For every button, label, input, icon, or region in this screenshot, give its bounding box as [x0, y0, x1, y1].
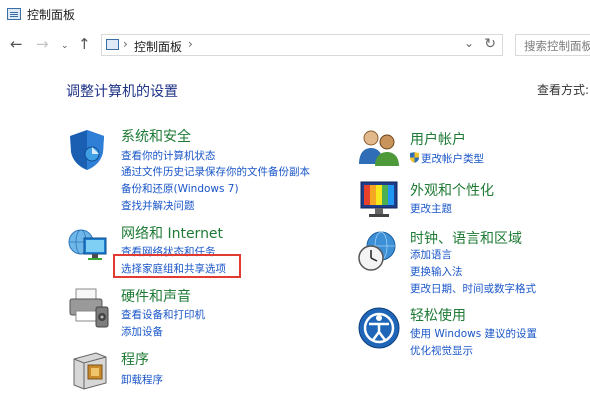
- category-link[interactable]: 卸载程序: [121, 372, 163, 387]
- window-title: 控制面板: [27, 8, 76, 22]
- printer-icon[interactable]: [66, 285, 112, 331]
- users-icon[interactable]: [357, 128, 401, 168]
- highlight-box: [113, 254, 241, 278]
- category-title[interactable]: 外观和个性化: [410, 180, 494, 200]
- category-link[interactable]: 备份和还原(Windows 7): [121, 181, 239, 196]
- page-title: 调整计算机的设置: [66, 84, 178, 100]
- breadcrumb-separator-icon[interactable]: ›: [123, 37, 128, 51]
- category-title[interactable]: 轻松使用: [410, 305, 466, 325]
- clock-globe-icon[interactable]: [355, 228, 401, 274]
- category-link[interactable]: 使用 Windows 建议的设置: [410, 326, 537, 341]
- category-title[interactable]: 用户帐户: [410, 129, 466, 149]
- category-link[interactable]: 查看你的计算机状态: [121, 148, 216, 163]
- change-account-type-label: 更改帐户类型: [421, 153, 484, 165]
- program-box-icon[interactable]: [68, 347, 110, 391]
- back-arrow-icon[interactable]: ←: [10, 36, 23, 52]
- control-panel-icon: [7, 8, 21, 20]
- category-link[interactable]: 更改日期、时间或数字格式: [410, 281, 536, 296]
- chevron-down-icon[interactable]: ⌄: [61, 38, 69, 54]
- category-link[interactable]: 通过文件历史记录保存你的文件备份副本: [121, 164, 310, 179]
- uac-shield-icon: [410, 152, 419, 163]
- forward-arrow-icon[interactable]: →: [36, 36, 49, 52]
- monitor-icon[interactable]: [357, 178, 401, 220]
- category-title[interactable]: 系统和安全: [121, 126, 191, 146]
- search-input[interactable]: 搜索控制面板: [524, 38, 590, 54]
- category-link[interactable]: 添加语言: [410, 247, 452, 262]
- control-panel-small-icon: [106, 39, 119, 50]
- breadcrumb-separator-icon[interactable]: ›: [188, 37, 193, 51]
- address-dropdown-icon[interactable]: ⌄: [464, 36, 474, 50]
- category-title[interactable]: 程序: [121, 349, 149, 369]
- category-link[interactable]: 更改帐户类型: [410, 151, 484, 166]
- category-link[interactable]: 优化视觉显示: [410, 343, 473, 358]
- category-title[interactable]: 硬件和声音: [121, 286, 191, 306]
- shield-icon[interactable]: [66, 128, 108, 172]
- category-title[interactable]: 时钟、语言和区域: [410, 228, 522, 248]
- ease-of-access-icon[interactable]: [357, 306, 401, 350]
- navigation-bar: ← → ⌄ ↑ › 控制面板 › ⌄ ↻ 搜索控制面板: [0, 30, 590, 60]
- breadcrumb-control-panel[interactable]: 控制面板: [134, 38, 182, 55]
- up-arrow-icon[interactable]: ↑: [78, 36, 91, 52]
- category-title[interactable]: 网络和 Internet: [121, 223, 223, 243]
- search-box[interactable]: 搜索控制面板: [515, 34, 590, 56]
- category-link[interactable]: 添加设备: [121, 324, 163, 339]
- address-bar[interactable]: › 控制面板 › ⌄ ↻: [101, 34, 503, 56]
- category-link[interactable]: 查看设备和打印机: [121, 307, 205, 322]
- category-link[interactable]: 更换输入法: [410, 264, 463, 279]
- network-globe-icon[interactable]: [66, 222, 110, 264]
- category-link[interactable]: 查找并解决问题: [121, 198, 195, 213]
- refresh-icon[interactable]: ↻: [484, 36, 496, 52]
- title-bar: 控制面板: [0, 0, 590, 30]
- view-by-label[interactable]: 查看方式:: [537, 81, 589, 98]
- category-link[interactable]: 更改主题: [410, 201, 452, 216]
